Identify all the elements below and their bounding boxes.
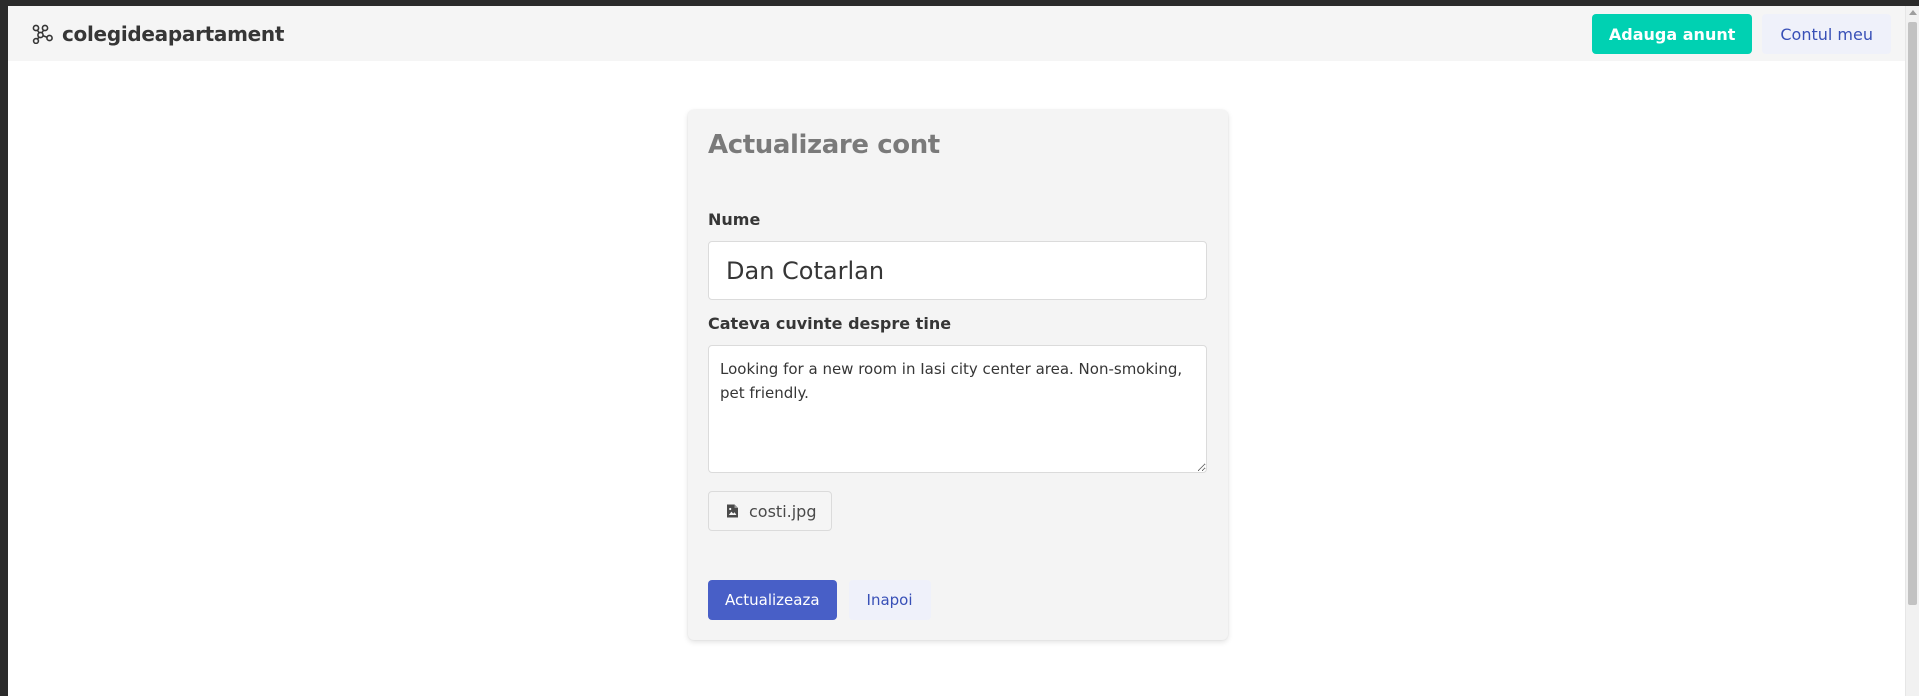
vertical-scrollbar[interactable]: [1905, 6, 1919, 696]
nav-actions: Adauga anunt Contul meu: [1591, 14, 1891, 54]
image-file-icon: [726, 504, 739, 518]
about-label: Cateva cuvinte despre tine: [708, 314, 952, 333]
page-title: Actualizare cont: [708, 130, 940, 160]
file-upload-button[interactable]: costi.jpg: [708, 491, 833, 531]
brand-link[interactable]: colegideapartament: [32, 22, 284, 46]
brand-name: colegideapartament: [62, 22, 285, 46]
name-label: Nume: [708, 210, 761, 229]
network-nodes-icon: [32, 24, 54, 44]
file-name: costi.jpg: [749, 501, 817, 521]
top-navbar: colegideapartament Adauga anunt Contul m…: [8, 6, 1905, 61]
browser-viewport: colegideapartament Adauga anunt Contul m…: [8, 6, 1919, 696]
scroll-up-arrow-icon[interactable]: [1909, 10, 1917, 15]
update-account-card: Actualizare cont Nume Cateva cuvinte des…: [688, 110, 1228, 640]
about-textarea[interactable]: Looking for a new room in Iasi city cent…: [708, 345, 1207, 473]
my-account-button[interactable]: Contul meu: [1762, 14, 1891, 54]
back-button[interactable]: Inapoi: [848, 580, 931, 620]
form-actions: Actualizeaza Inapoi: [708, 580, 931, 620]
update-button[interactable]: Actualizeaza: [708, 580, 837, 620]
scrollbar-thumb[interactable]: [1908, 22, 1917, 605]
add-listing-button[interactable]: Adauga anunt: [1591, 14, 1753, 54]
name-input[interactable]: [708, 241, 1207, 300]
